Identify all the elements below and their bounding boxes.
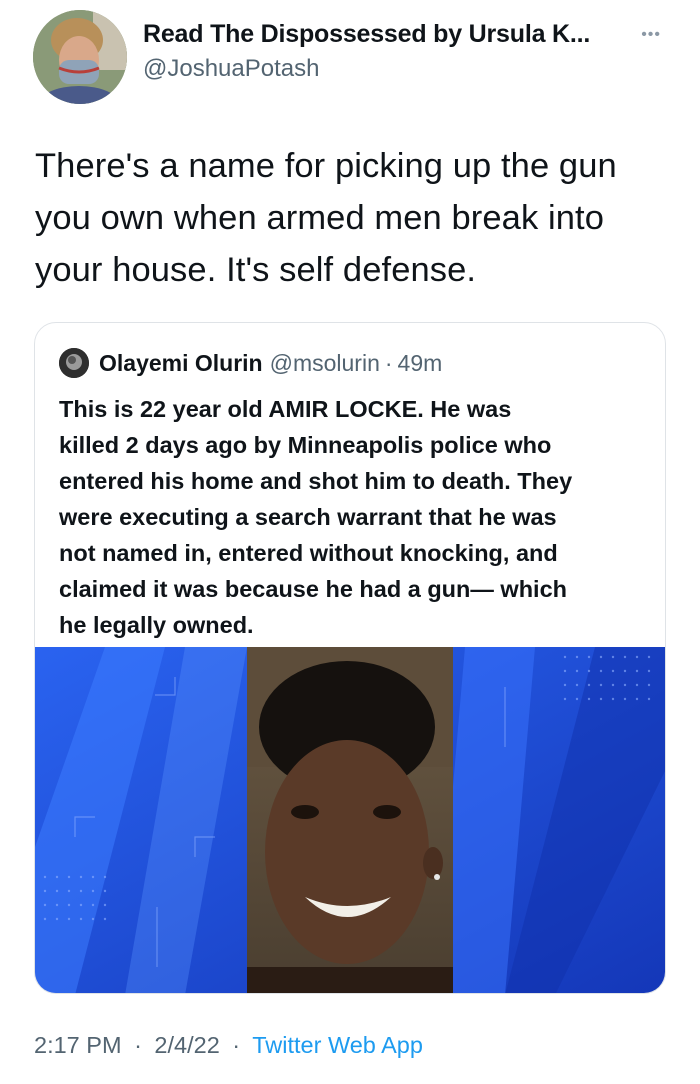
quoted-line: he legally owned. bbox=[59, 612, 254, 638]
quoted-author-name[interactable]: Olayemi Olurin bbox=[99, 350, 263, 377]
tweet-line: your house. It's self defense. bbox=[35, 251, 477, 289]
quoted-tweet[interactable]: Olayemi Olurin @msolurin · 49m This is 2… bbox=[34, 322, 666, 994]
tweet-date[interactable]: 2/4/22 bbox=[154, 1032, 219, 1058]
quoted-line: killed 2 days ago by Minneapolis police … bbox=[59, 432, 552, 458]
tweet-line: There's a name for picking up the gun bbox=[35, 147, 617, 185]
quoted-timestamp[interactable]: 49m bbox=[398, 350, 443, 377]
tweet-footer: 2:17 PM · 2/4/22 · Twitter Web App bbox=[34, 1032, 423, 1059]
tweet-source-link[interactable]: Twitter Web App bbox=[252, 1032, 423, 1058]
separator-dot: · bbox=[384, 349, 393, 376]
author-handle[interactable]: @JoshuaPotash bbox=[143, 55, 643, 83]
quoted-line: This is 22 year old AMIR LOCKE. He was bbox=[59, 396, 512, 422]
quoted-line: were executing a search warrant that he … bbox=[59, 504, 557, 530]
author-avatar[interactable] bbox=[33, 10, 127, 104]
quoted-author-avatar[interactable] bbox=[59, 348, 89, 378]
quoted-tweet-header: Olayemi Olurin @msolurin · 49m bbox=[59, 347, 442, 379]
separator-dot: · bbox=[232, 1032, 241, 1058]
quoted-line: entered his home and shot him to death. … bbox=[59, 468, 573, 494]
tweet-header: Read The Dispossessed by Ursula K... @Jo… bbox=[33, 8, 673, 104]
quoted-tweet-text: This is 22 year old AMIR LOCKE. He was k… bbox=[59, 391, 649, 643]
more-horizontal-icon[interactable]: ••• bbox=[641, 26, 661, 44]
separator-dot: · bbox=[134, 1032, 142, 1058]
tweet-line: you own when armed men break into bbox=[35, 199, 605, 237]
quoted-tweet-image[interactable] bbox=[35, 647, 665, 993]
author-display-name[interactable]: Read The Dispossessed by Ursula K... bbox=[143, 20, 643, 49]
quoted-author-handle[interactable]: @msolurin bbox=[270, 350, 380, 377]
quoted-line: claimed it was because he had a gun— whi… bbox=[59, 576, 568, 602]
tweet-text: There's a name for picking up the gun yo… bbox=[35, 140, 675, 296]
tweet-time[interactable]: 2:17 PM bbox=[34, 1032, 122, 1058]
quoted-line: not named in, entered without knocking, … bbox=[59, 540, 558, 566]
